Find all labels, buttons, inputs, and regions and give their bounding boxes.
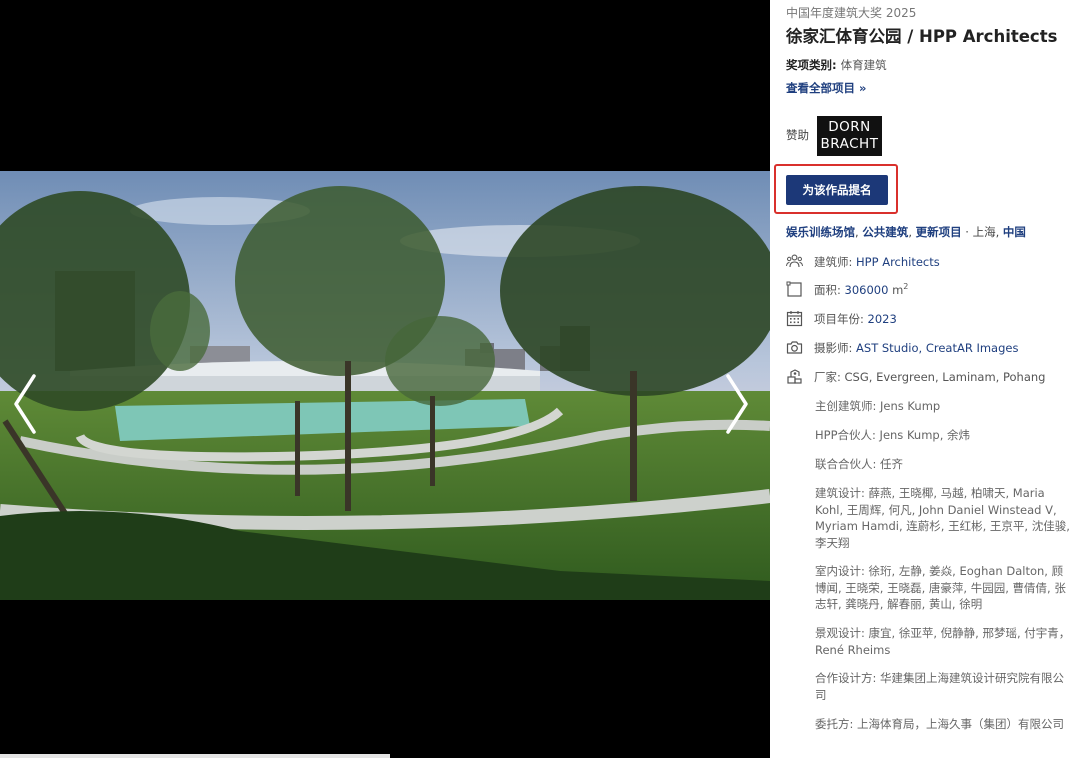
credit-associate-partner: 联合合伙人: 任齐 (815, 457, 904, 471)
calendar-icon (786, 311, 803, 327)
nominate-button[interactable]: 为该作品提名 (786, 175, 888, 205)
chevron-left-icon[interactable] (10, 372, 40, 436)
category-value: 体育建筑 (840, 58, 887, 72)
area-icon (786, 281, 802, 297)
credit-hpp-partners: HPP合伙人: Jens Kump, 余炜 (815, 428, 971, 442)
award-category: 奖项类别: 体育建筑 (786, 57, 887, 73)
year-value[interactable]: 2023 (868, 312, 897, 326)
credit-collaborator: 合作设计方: 华建集团上海建筑设计研究院有限公司 (815, 671, 1065, 702)
manufacturer-value: CSG, Evergreen, Laminam, Pohang (844, 370, 1046, 384)
credit-interior-design: 室内设计: 徐珩, 左静, 姜焱, Eoghan Dalton, 顾博闻, 王晓… (815, 564, 1066, 611)
sponsor-logo-line1: DORN (828, 119, 871, 135)
people-icon (786, 254, 803, 268)
project-tags: 娱乐训练场馆, 公共建筑, 更新项目 · 上海, 中国 (786, 225, 1026, 239)
sponsor-label: 赞助 (786, 128, 809, 142)
credit-lead-architect: 主创建筑师: Jens Kump (815, 399, 941, 413)
tag-renovation[interactable]: 更新项目 (916, 225, 962, 239)
area-label: 面积: (814, 283, 845, 297)
sponsor-logo[interactable]: DORN BRACHT (817, 116, 882, 156)
project-firm: HPP Architects (919, 27, 1058, 46)
horizontal-scrollbar[interactable] (0, 754, 390, 758)
area-value: 306000 (844, 283, 889, 297)
credit-architecture-design: 建筑设计: 薛燕, 王晓椰, 马越, 柏啸天, Maria Kohl, 王周辉,… (815, 486, 1070, 550)
camera-icon (786, 341, 803, 354)
tag-sports-venue[interactable]: 娱乐训练场馆 (786, 225, 855, 239)
award-name: 中国年度建筑大奖 2025 (786, 6, 917, 20)
project-title-cn: 徐家汇体育公园 (786, 27, 902, 46)
area-unit-sup: 2 (903, 282, 909, 292)
tag-public-building[interactable]: 公共建筑 (862, 225, 908, 239)
photographer-label: 摄影师: (814, 341, 857, 355)
category-label: 奖项类别: (786, 58, 841, 72)
title-separator: / (901, 27, 920, 46)
sponsor-logo-line2: BRACHT (820, 136, 879, 152)
view-all-projects-link[interactable]: 查看全部项目 » (786, 80, 866, 96)
manufacturer-icon (787, 369, 802, 384)
chevron-right-icon[interactable] (722, 372, 752, 436)
architect-value[interactable]: HPP Architects (856, 255, 940, 269)
photographer-value[interactable]: AST Studio, CreatAR Images (856, 341, 1018, 355)
location-city: 上海 (972, 225, 996, 239)
project-photo (0, 171, 770, 600)
manufacturer-label: 厂家: (814, 370, 845, 384)
year-label: 项目年份: (814, 312, 868, 326)
location-country[interactable]: 中国 (1003, 225, 1026, 239)
project-info-panel: 中国年度建筑大奖 2025 徐家汇体育公园 / HPP Architects 奖… (774, 0, 1076, 758)
photo-viewer (0, 0, 770, 758)
area-unit: m (888, 283, 904, 297)
credit-client: 委托方: 上海体育局，上海久事（集团）有限公司 (815, 717, 1065, 731)
credit-landscape-design: 景观设计: 康宜, 徐亚苹, 倪静静, 邢梦瑶, 付宇青， René Rheim… (815, 626, 1071, 657)
architect-label: 建筑师: (814, 255, 857, 269)
project-title: 徐家汇体育公园 / HPP Architects (786, 25, 1057, 49)
